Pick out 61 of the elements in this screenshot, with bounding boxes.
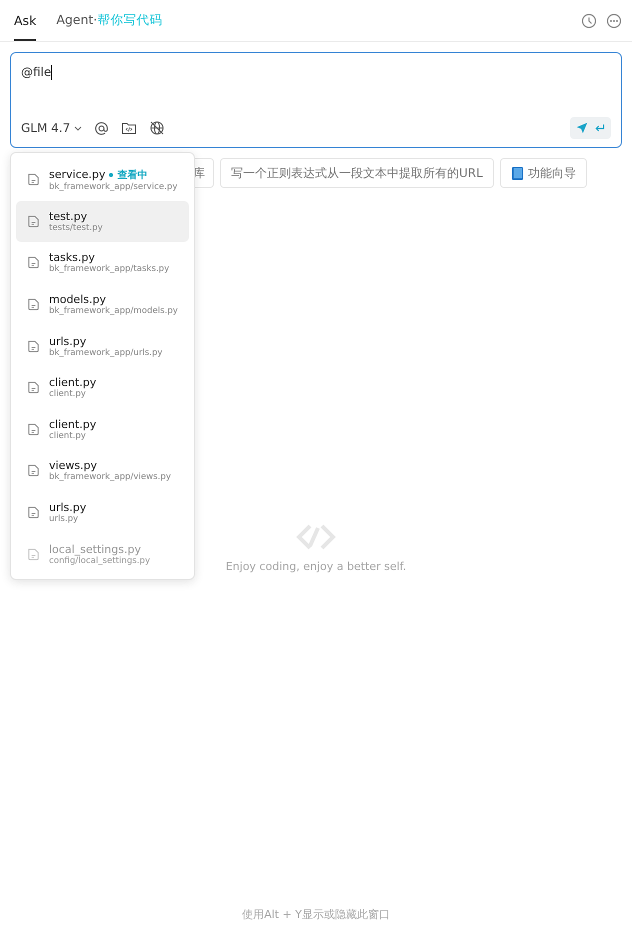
file-icon bbox=[26, 380, 41, 396]
file-icon bbox=[26, 546, 41, 562]
model-dropdown[interactable]: GLM 4.7 bbox=[21, 121, 82, 135]
file-name: service.py bbox=[49, 168, 106, 182]
book-icon bbox=[510, 166, 524, 180]
file-name: local_settings.py bbox=[49, 542, 141, 556]
input-text: @file bbox=[21, 65, 52, 79]
file-icon bbox=[26, 338, 41, 354]
file-path: client.py bbox=[49, 389, 87, 400]
enter-icon bbox=[593, 122, 606, 134]
file-name: views.py bbox=[49, 459, 98, 472]
file-path: tests/test.py bbox=[49, 222, 103, 233]
file-icon bbox=[26, 463, 41, 478]
hint-text: 使用Alt + Y显示或隐藏此窗口 bbox=[242, 907, 390, 922]
file-icon bbox=[26, 297, 41, 312]
file-item[interactable]: test.py tests/test.py bbox=[16, 200, 189, 242]
file-path: config/local_settings.py bbox=[49, 556, 150, 566]
chevron-icon bbox=[74, 126, 82, 130]
suggestion-chip[interactable]: 功能向导 bbox=[500, 158, 587, 188]
file-item[interactable]: urls.py bk_framework_app/urls.py bbox=[16, 325, 189, 367]
file-item[interactable]: views.py bk_framework_app/views.py bbox=[16, 450, 189, 492]
logo-icon bbox=[296, 522, 336, 552]
file-item[interactable]: models.py bk_framework_app/models.py bbox=[16, 284, 189, 326]
file-path: bk_framework_app/service.py bbox=[49, 182, 178, 192]
tab[interactable]: Agent·帮你写代码 bbox=[56, 0, 162, 42]
file-path: bk_framework_app/views.py bbox=[49, 472, 171, 482]
send-button[interactable] bbox=[570, 117, 611, 139]
code-folder-icon[interactable] bbox=[121, 120, 138, 136]
file-item[interactable]: urls.py urls.py bbox=[16, 492, 189, 534]
file-icon bbox=[26, 505, 41, 520]
file-item[interactable]: client.py client.py bbox=[16, 408, 189, 450]
file-icon bbox=[26, 214, 41, 229]
file-path: urls.py bbox=[49, 514, 80, 524]
file-name: urls.py bbox=[49, 334, 86, 348]
file-path: bk_framework_app/urls.py bbox=[49, 348, 162, 358]
status-dot bbox=[109, 172, 114, 177]
file-item[interactable]: tasks.py bk_framework_app/tasks.py bbox=[16, 242, 189, 284]
file-icon bbox=[26, 172, 41, 188]
file-name: urls.py bbox=[49, 501, 86, 514]
status-label: 查看中 bbox=[117, 168, 148, 182]
file-path: client.py bbox=[49, 430, 87, 441]
globe-off-icon[interactable] bbox=[149, 120, 166, 136]
history-icon[interactable] bbox=[581, 12, 597, 28]
file-name: client.py bbox=[49, 418, 96, 431]
more-icon[interactable] bbox=[606, 12, 622, 28]
tab[interactable]: Ask bbox=[14, 0, 36, 40]
file-icon bbox=[26, 422, 41, 437]
chat-input[interactable]: @file GLM 4.7 bbox=[10, 52, 622, 148]
file-name: models.py bbox=[49, 293, 106, 306]
file-path: bk_framework_app/tasks.py bbox=[49, 264, 170, 274]
file-item[interactable]: service.py 查看中 bk_framework_app/service.py bbox=[16, 159, 189, 201]
file-name: client.py bbox=[49, 376, 96, 390]
file-name: tasks.py bbox=[49, 251, 95, 264]
file-item[interactable]: client.py client.py bbox=[16, 366, 189, 409]
send-icon bbox=[575, 121, 589, 135]
file-icon bbox=[26, 255, 41, 270]
at-icon[interactable] bbox=[94, 120, 110, 136]
file-path: bk_framework_app/models.py bbox=[49, 306, 178, 316]
file-name: test.py bbox=[49, 210, 88, 223]
suggestion-chip[interactable]: 写一个正则表达式从一段文本中提取所有的URL bbox=[220, 158, 494, 188]
tagline: Enjoy coding, enjoy a better self. bbox=[226, 560, 406, 573]
